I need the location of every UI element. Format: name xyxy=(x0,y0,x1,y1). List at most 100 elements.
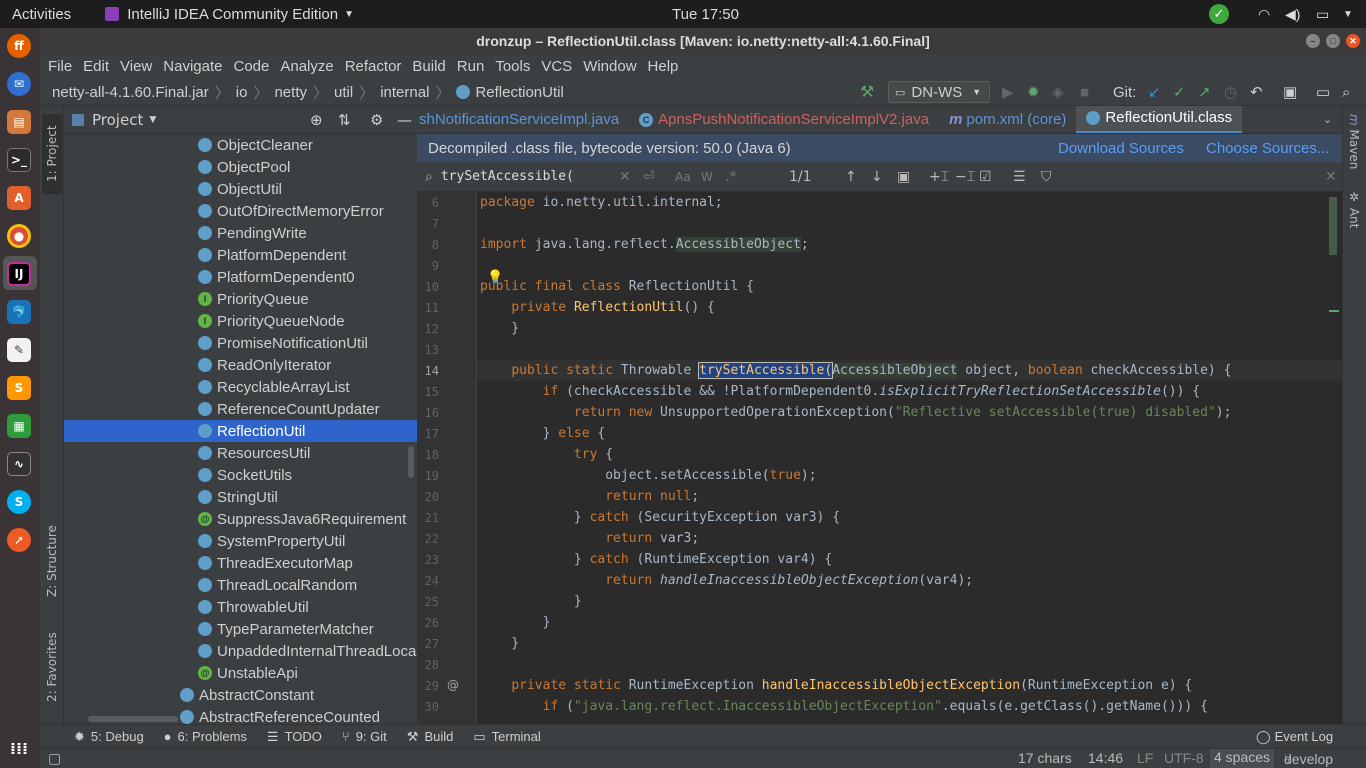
match-case-icon[interactable]: Aa xyxy=(675,170,691,184)
tree-item[interactable]: ThreadExecutorMap xyxy=(64,552,417,574)
tree-item[interactable]: PlatformDependent0 xyxy=(64,266,417,288)
tab-reflection-util[interactable]: ReflectionUtil.class xyxy=(1076,106,1243,133)
tool-build[interactable]: ⚒ Build xyxy=(407,729,454,745)
build-hammer-icon[interactable]: ⚒ xyxy=(860,82,874,102)
find-input[interactable]: trySetAccessible( xyxy=(441,169,601,184)
tree-item[interactable]: ReferenceCountUpdater xyxy=(64,398,417,420)
menu-code[interactable]: Code xyxy=(233,58,269,75)
git-commit-icon[interactable]: ✓ xyxy=(1173,83,1186,101)
filter-options-icon[interactable]: ☰ xyxy=(1013,169,1026,185)
search-icon[interactable]: ⌕ xyxy=(1342,84,1350,101)
chrome-icon[interactable]: ● xyxy=(7,224,31,248)
tool-event-log[interactable]: ◯ Event Log xyxy=(1256,729,1333,745)
layout-icon[interactable]: ▭ xyxy=(1316,83,1330,101)
menu-run[interactable]: Run xyxy=(457,58,485,75)
new-line-icon[interactable]: ⏎ xyxy=(643,169,655,185)
menu-analyze[interactable]: Analyze xyxy=(280,58,333,75)
activities-button[interactable]: Activities xyxy=(12,6,71,23)
indent-setting[interactable]: 4 spaces xyxy=(1210,749,1275,768)
toggle-tool-windows-icon[interactable]: ▢ xyxy=(48,750,61,767)
tab-apns-push-notification[interactable]: C ApnsPushNotificationServiceImplV2.java xyxy=(629,106,939,133)
update-check-icon[interactable]: ✓ xyxy=(1209,4,1229,24)
volume-icon[interactable]: ◀) xyxy=(1285,6,1300,23)
filter-icon[interactable]: ⛉ xyxy=(1041,169,1052,185)
caret-position[interactable]: 14:46 xyxy=(1088,750,1123,766)
breadcrumb-io[interactable]: io xyxy=(236,84,248,101)
git-rollback-icon[interactable]: ↶ xyxy=(1250,83,1263,101)
tree-item[interactable]: ObjectUtil xyxy=(64,178,417,200)
hide-panel-icon[interactable]: — xyxy=(397,111,412,129)
skype-icon[interactable]: S xyxy=(7,490,31,514)
battery-icon[interactable]: ▭ xyxy=(1316,6,1329,23)
gear-icon[interactable]: ⚙ xyxy=(370,111,383,129)
clock[interactable]: Tue 17:50 xyxy=(672,6,739,23)
error-stripe-mark[interactable] xyxy=(1329,310,1339,312)
previous-occurrence-icon[interactable]: ↑ xyxy=(845,169,857,185)
tool-terminal[interactable]: ▭ Terminal xyxy=(473,729,540,745)
maximize-button[interactable]: □ xyxy=(1326,34,1340,48)
text-editor-icon[interactable]: ✎ xyxy=(7,338,31,362)
tree-item[interactable]: @ SuppressJava6Requirement xyxy=(64,508,417,530)
tree-item[interactable]: PromiseNotificationUtil xyxy=(64,332,417,354)
tree-item[interactable]: ThrowableUtil xyxy=(64,596,417,618)
tree-item[interactable]: UnpaddedInternalThreadLocalMap xyxy=(64,640,417,662)
code-view[interactable]: package io.netty.util.internal; import j… xyxy=(477,192,1342,724)
minimize-button[interactable]: – xyxy=(1306,34,1320,48)
tree-item[interactable]: PlatformDependent xyxy=(64,244,417,266)
tool-todo[interactable]: ☰ TODO xyxy=(267,729,322,745)
menu-edit[interactable]: Edit xyxy=(83,58,109,75)
breadcrumb-class[interactable]: ReflectionUtil xyxy=(475,84,563,101)
tree-item[interactable]: StringUtil xyxy=(64,486,417,508)
tree-item[interactable]: ReadOnlyIterator xyxy=(64,354,417,376)
tool-git[interactable]: ⑂ 9: Git xyxy=(342,729,387,744)
tab-favorites[interactable]: 2: Favorites xyxy=(42,622,62,712)
file-encoding[interactable]: UTF-8 xyxy=(1164,750,1204,766)
menu-tools[interactable]: Tools xyxy=(495,58,530,75)
debug-icon[interactable]: ✹ xyxy=(1027,83,1040,101)
override-marker-icon[interactable]: @ xyxy=(447,678,459,692)
tree-item[interactable]: AbstractConstant xyxy=(64,684,417,706)
add-occurrence-icon[interactable]: +⌶ xyxy=(929,169,949,185)
git-update-icon[interactable]: ↙ xyxy=(1148,83,1161,101)
breadcrumb-netty[interactable]: netty xyxy=(274,84,307,101)
tree-item[interactable]: ThreadLocalRandom xyxy=(64,574,417,596)
chevron-down-icon[interactable]: ▼ xyxy=(1343,9,1353,20)
tree-item[interactable]: RecyclableArrayList xyxy=(64,376,417,398)
select-all-occurrences-icon[interactable]: ☑ xyxy=(979,169,992,185)
project-panel-title[interactable]: Project xyxy=(92,111,143,129)
tree-item[interactable]: ObjectCleaner xyxy=(64,134,417,156)
words-icon[interactable]: W xyxy=(701,170,713,184)
git-push-icon[interactable]: ↗ xyxy=(1198,83,1211,101)
menu-view[interactable]: View xyxy=(120,58,152,75)
tree-scrollbar[interactable] xyxy=(408,446,414,478)
tab-pom-xml[interactable]: m pom.xml (core) xyxy=(939,106,1076,133)
tab-maven[interactable]: m Maven xyxy=(1347,114,1361,169)
regex-icon[interactable]: .* xyxy=(725,169,736,185)
remove-occurrence-icon[interactable]: −⌶ xyxy=(955,169,975,185)
thunderbird-icon[interactable]: ✉ xyxy=(7,72,31,96)
menu-build[interactable]: Build xyxy=(412,58,445,75)
run-config-select[interactable]: ▭ DN-WS ▼ xyxy=(888,81,990,103)
system-monitor-icon[interactable]: ∿ xyxy=(7,452,31,476)
files-icon[interactable]: ▤ xyxy=(7,110,31,134)
locate-icon[interactable]: ⊕ xyxy=(310,111,323,129)
chevron-down-icon[interactable]: ⌄ xyxy=(1323,113,1332,126)
tree-item[interactable]: ObjectPool xyxy=(64,156,417,178)
mysql-workbench-icon[interactable]: 🐬 xyxy=(7,300,31,324)
menu-vcs[interactable]: VCS xyxy=(541,58,572,75)
git-history-icon[interactable]: ◷ xyxy=(1224,83,1237,101)
sublime-icon[interactable]: S xyxy=(7,376,31,400)
spreadsheet-icon[interactable]: ▦ xyxy=(7,414,31,438)
stop-icon[interactable]: ■ xyxy=(1080,84,1089,101)
line-separator[interactable]: LF xyxy=(1137,750,1153,766)
tree-item[interactable]: OutOfDirectMemoryError xyxy=(64,200,417,222)
tree-item[interactable]: @ UnstableApi xyxy=(64,662,417,684)
project-structure-icon[interactable]: ▣ xyxy=(1283,83,1297,101)
tab-notification-service-impl[interactable]: shNotificationServiceImpl.java xyxy=(417,106,629,133)
tab-ant[interactable]: ✲ Ant xyxy=(1347,190,1361,228)
tree-item[interactable]: I PriorityQueue xyxy=(64,288,417,310)
next-occurrence-icon[interactable]: ↓ xyxy=(871,169,883,185)
show-apps-icon[interactable]: ⁞⁞⁞ xyxy=(7,736,31,760)
collapse-all-icon[interactable]: ⇅ xyxy=(338,111,351,129)
close-button[interactable]: ✕ xyxy=(1346,34,1360,48)
